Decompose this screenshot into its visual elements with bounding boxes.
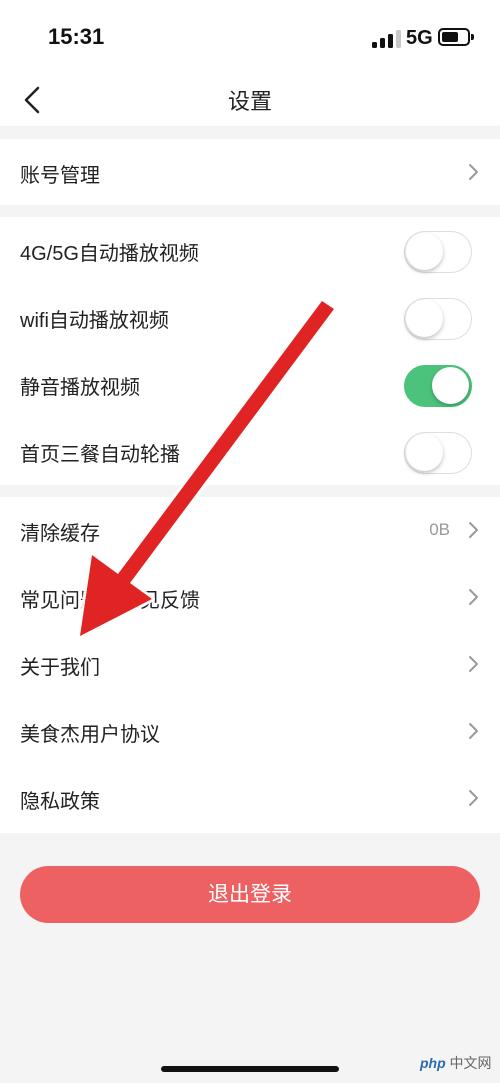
watermark-brand: php [420, 1055, 446, 1071]
item-label: 关于我们 [20, 657, 100, 679]
clear-cache-item[interactable]: 清除缓存 0B [0, 497, 500, 563]
faq-feedback-item[interactable]: 常见问题及意见反馈 [0, 564, 500, 630]
item-label: 常见问题及意见反馈 [20, 590, 200, 612]
battery-icon [438, 28, 474, 46]
chevron-right-icon [469, 790, 478, 806]
toggle-row-home-carousel: 首页三餐自动轮播 [0, 418, 500, 484]
misc-settings-section: 清除缓存 0B 常见问题及意见反馈 关于我们 美食杰用户协议 隐私政策 [0, 497, 500, 833]
toggle-row-4g5g-autoplay: 4G/5G自动播放视频 [0, 217, 500, 283]
autoplay-settings-section: 4G/5G自动播放视频 wifi自动播放视频 静音播放视频 首页三餐自动轮播 [0, 217, 500, 485]
account-management-item[interactable]: 账号管理 [0, 139, 500, 205]
account-section: 账号管理 [0, 139, 500, 205]
item-label: 隐私政策 [20, 791, 100, 813]
toggle-label: 4G/5G自动播放视频 [20, 243, 199, 265]
item-label: 美食杰用户协议 [20, 724, 160, 746]
chevron-right-icon [469, 589, 478, 605]
toggle-4g5g-autoplay[interactable] [404, 231, 472, 273]
nav-bar: 设置 [0, 80, 500, 126]
toggle-label: 静音播放视频 [20, 377, 140, 399]
about-us-item[interactable]: 关于我们 [0, 631, 500, 697]
toggle-wifi-autoplay[interactable] [404, 298, 472, 340]
chevron-right-icon [469, 723, 478, 739]
user-agreement-item[interactable]: 美食杰用户协议 [0, 698, 500, 764]
toggle-row-mute-playback: 静音播放视频 [0, 351, 500, 417]
chevron-right-icon [469, 164, 478, 180]
cache-size-value: 0B [429, 520, 450, 539]
logout-button[interactable]: 退出登录 [20, 866, 480, 923]
toggle-mute-playback[interactable] [404, 365, 472, 407]
chevron-right-icon [469, 656, 478, 672]
item-label: 清除缓存 [20, 523, 100, 545]
toggle-label: 首页三餐自动轮播 [20, 444, 180, 466]
status-time: 15:31 [48, 24, 105, 49]
cellular-signal-icon [372, 30, 402, 48]
watermark-text: 中文网 [449, 1055, 492, 1071]
network-type: 5G [406, 27, 433, 49]
chevron-right-icon [469, 522, 478, 538]
toggle-row-wifi-autoplay: wifi自动播放视频 [0, 284, 500, 350]
toggle-home-carousel[interactable] [404, 432, 472, 474]
status-bar: 15:31 5G [0, 0, 500, 80]
privacy-policy-item[interactable]: 隐私政策 [0, 765, 500, 831]
page-title: 设置 [227, 89, 272, 114]
watermark: php 中文网 [420, 1053, 492, 1073]
item-label: 账号管理 [20, 165, 100, 187]
home-indicator[interactable] [161, 1066, 339, 1072]
toggle-label: wifi自动播放视频 [20, 310, 169, 332]
